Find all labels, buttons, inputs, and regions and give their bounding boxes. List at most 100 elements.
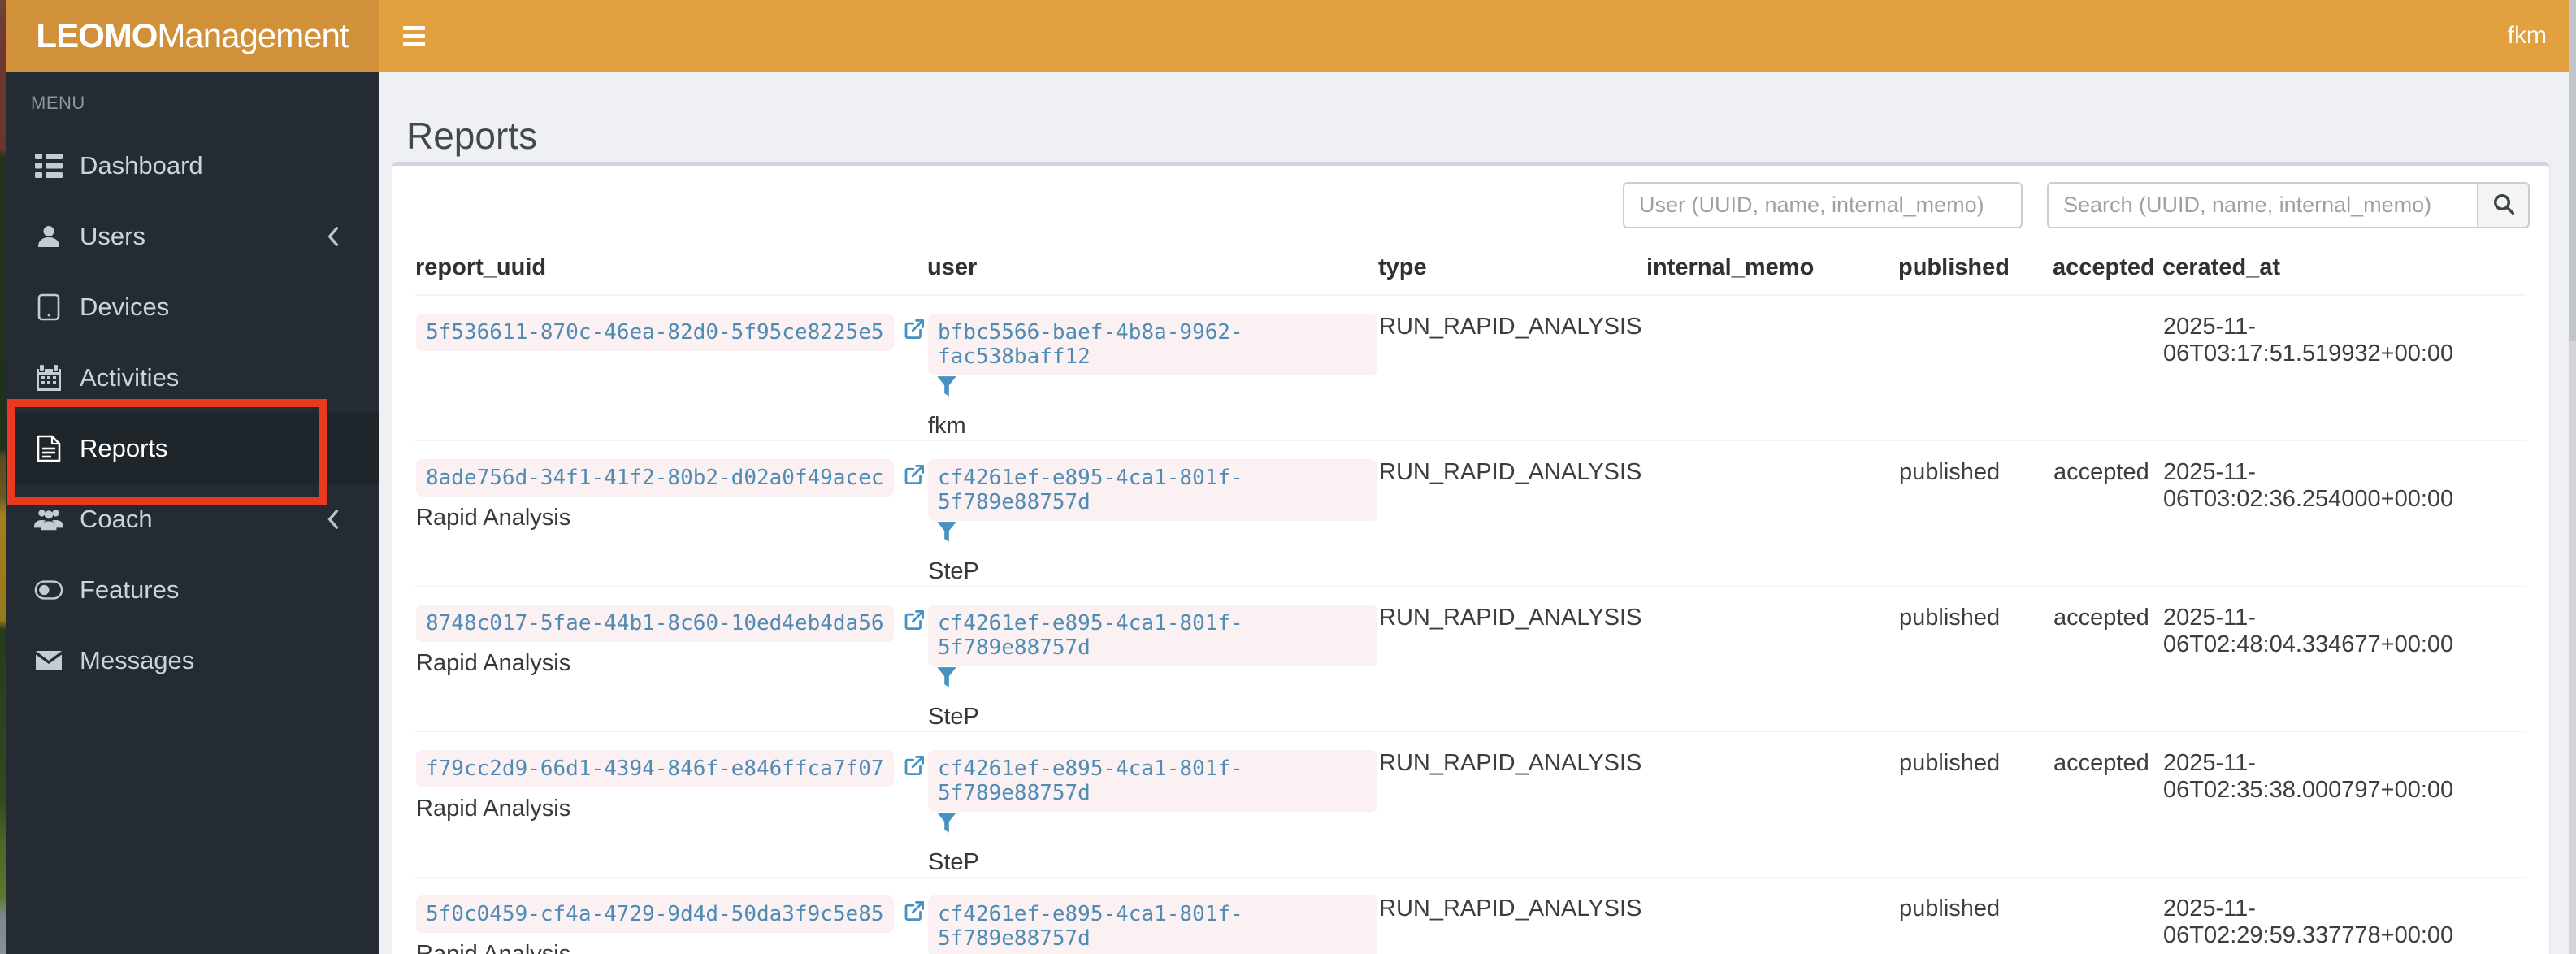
user-uuid-chip[interactable]: cf4261ef-e895-4ca1-801f-5f789e88757d	[928, 459, 1377, 521]
report-type: RUN_RAPID_ANALYSIS	[1378, 295, 1646, 441]
calendar-icon	[34, 363, 63, 392]
user-uuid-chip[interactable]: cf4261ef-e895-4ca1-801f-5f789e88757d	[928, 605, 1377, 666]
reports-panel: report_uuid user type internal_memo publ…	[392, 162, 2549, 954]
navbar-username[interactable]: fkm	[2508, 22, 2547, 50]
report-type: RUN_RAPID_ANALYSIS	[1378, 877, 1646, 954]
internal-memo	[1646, 731, 1898, 878]
report-name: Rapid Analysis	[416, 505, 571, 531]
sidebar-item-users[interactable]: Users	[6, 201, 379, 271]
sidebar-item-label: Users	[80, 221, 145, 250]
internal-memo	[1646, 877, 1898, 954]
filter-funnel-icon[interactable]	[936, 375, 957, 405]
published-status	[1898, 295, 2053, 441]
created-at: 2025-11-06T02:35:38.000797+00:00	[2162, 731, 2526, 878]
table-header-row: report_uuid user type internal_memo publ…	[415, 240, 2526, 296]
sidebar-item-coach[interactable]: Coach	[6, 484, 379, 554]
tablet-icon	[34, 293, 63, 322]
created-at: 2025-11-06T03:17:51.519932+00:00	[2162, 295, 2526, 441]
topbar: LEOMO Management fkm	[6, 0, 2576, 72]
user-filter-input[interactable]	[1623, 182, 2023, 228]
filter-funnel-icon[interactable]	[936, 812, 957, 841]
logo-light: Management	[157, 16, 349, 54]
hamburger-menu-icon[interactable]	[403, 25, 425, 46]
created-at: 2025-11-06T02:29:59.337778+00:00	[2162, 877, 2526, 954]
external-link-icon[interactable]	[902, 608, 926, 639]
report-name: Rapid Analysis	[416, 796, 571, 822]
sidebar-section-label: MENU	[31, 93, 85, 113]
user-uuid-chip[interactable]: cf4261ef-e895-4ca1-801f-5f789e88757d	[928, 750, 1377, 812]
table-row: 8748c017-5fae-44b1-8c60-10ed4eb4da56 Rap…	[415, 586, 2526, 732]
filter-funnel-icon[interactable]	[936, 666, 957, 696]
table-row: f79cc2d9-66d1-4394-846f-e846ffca7f07 Rap…	[415, 731, 2526, 878]
created-at: 2025-11-06T02:48:04.334677+00:00	[2162, 586, 2526, 732]
accepted-status: accepted	[2053, 440, 2162, 587]
user-uuid-chip[interactable]: cf4261ef-e895-4ca1-801f-5f789e88757d	[928, 895, 1377, 954]
report-uuid-chip[interactable]: f79cc2d9-66d1-4394-846f-e846ffca7f07	[416, 750, 894, 787]
app-logo[interactable]: LEOMO Management	[6, 0, 379, 72]
table-row: 5f536611-870c-46ea-82d0-5f95ce8225e5 bfb…	[415, 295, 2526, 441]
sidebar-item-label: Features	[80, 575, 180, 604]
published-status: published	[1898, 440, 2053, 587]
envelope-icon	[34, 646, 63, 675]
sidebar-item-label: Reports	[80, 433, 168, 462]
accepted-status: accepted	[2053, 586, 2162, 732]
internal-memo	[1646, 440, 1898, 587]
search-button[interactable]	[2477, 182, 2530, 228]
sidebar: MENU Dashboard Users Devices Activities …	[6, 72, 379, 954]
sidebar-item-reports[interactable]: Reports	[6, 413, 379, 484]
report-name: Rapid Analysis	[416, 941, 571, 954]
search-group	[2047, 182, 2530, 228]
report-uuid-chip[interactable]: 8748c017-5fae-44b1-8c60-10ed4eb4da56	[416, 605, 894, 642]
external-link-icon[interactable]	[902, 462, 926, 493]
sidebar-item-activities[interactable]: Activities	[6, 342, 379, 413]
sidebar-item-dashboard[interactable]: Dashboard	[6, 130, 379, 201]
internal-memo	[1646, 295, 1898, 441]
col-accepted: accepted	[2053, 240, 2162, 296]
toggle-icon	[34, 575, 63, 605]
user-name: SteP	[928, 558, 979, 584]
browser-scrollbar[interactable]	[2569, 0, 2576, 954]
published-status: published	[1898, 877, 2053, 954]
report-uuid-chip[interactable]: 5f536611-870c-46ea-82d0-5f95ce8225e5	[416, 314, 894, 351]
filter-funnel-icon[interactable]	[936, 521, 957, 550]
sidebar-item-devices[interactable]: Devices	[6, 271, 379, 342]
logo-bold: LEOMO	[36, 16, 158, 54]
search-icon	[2491, 191, 2517, 219]
sidebar-item-messages[interactable]: Messages	[6, 625, 379, 696]
th-list-icon	[34, 151, 63, 180]
created-at: 2025-11-06T03:02:36.254000+00:00	[2162, 440, 2526, 587]
report-uuid-chip[interactable]: 5f0c0459-cf4a-4729-9d4d-50da3f9c5e85	[416, 895, 894, 933]
external-link-icon[interactable]	[902, 899, 926, 930]
col-published: published	[1898, 240, 2053, 296]
sidebar-item-label: Coach	[80, 504, 153, 533]
chevron-left-icon	[325, 226, 341, 247]
user-icon	[34, 222, 63, 251]
published-status: published	[1898, 586, 2053, 732]
desktop-wallpaper-sliver	[0, 0, 6, 954]
col-internal-memo: internal_memo	[1646, 240, 1898, 296]
accepted-status	[2053, 877, 2162, 954]
report-name: Rapid Analysis	[416, 650, 571, 676]
col-user: user	[927, 240, 1378, 296]
col-cerated-at: cerated_at	[2162, 240, 2526, 296]
search-input[interactable]	[2047, 182, 2477, 228]
external-link-icon[interactable]	[902, 317, 926, 348]
report-uuid-chip[interactable]: 8ade756d-34f1-41f2-80b2-d02a0f49acec	[416, 459, 894, 497]
col-report-uuid: report_uuid	[415, 240, 927, 296]
col-type: type	[1378, 240, 1646, 296]
external-link-icon[interactable]	[902, 753, 926, 784]
report-type: RUN_RAPID_ANALYSIS	[1378, 731, 1646, 878]
table-row: 8ade756d-34f1-41f2-80b2-d02a0f49acec Rap…	[415, 440, 2526, 587]
internal-memo	[1646, 586, 1898, 732]
sidebar-item-label: Dashboard	[80, 150, 203, 180]
filters-row	[392, 182, 2530, 228]
scrollbar-thumb[interactable]	[2569, 0, 2576, 341]
user-uuid-chip[interactable]: bfbc5566-baef-4b8a-9962-fac538baff12	[928, 314, 1377, 375]
file-text-icon	[34, 434, 63, 463]
published-status: published	[1898, 731, 2053, 878]
accepted-status	[2053, 295, 2162, 441]
report-type: RUN_RAPID_ANALYSIS	[1378, 440, 1646, 587]
sidebar-item-label: Devices	[80, 292, 170, 321]
page-title: Reports	[406, 115, 538, 157]
sidebar-item-features[interactable]: Features	[6, 554, 379, 625]
